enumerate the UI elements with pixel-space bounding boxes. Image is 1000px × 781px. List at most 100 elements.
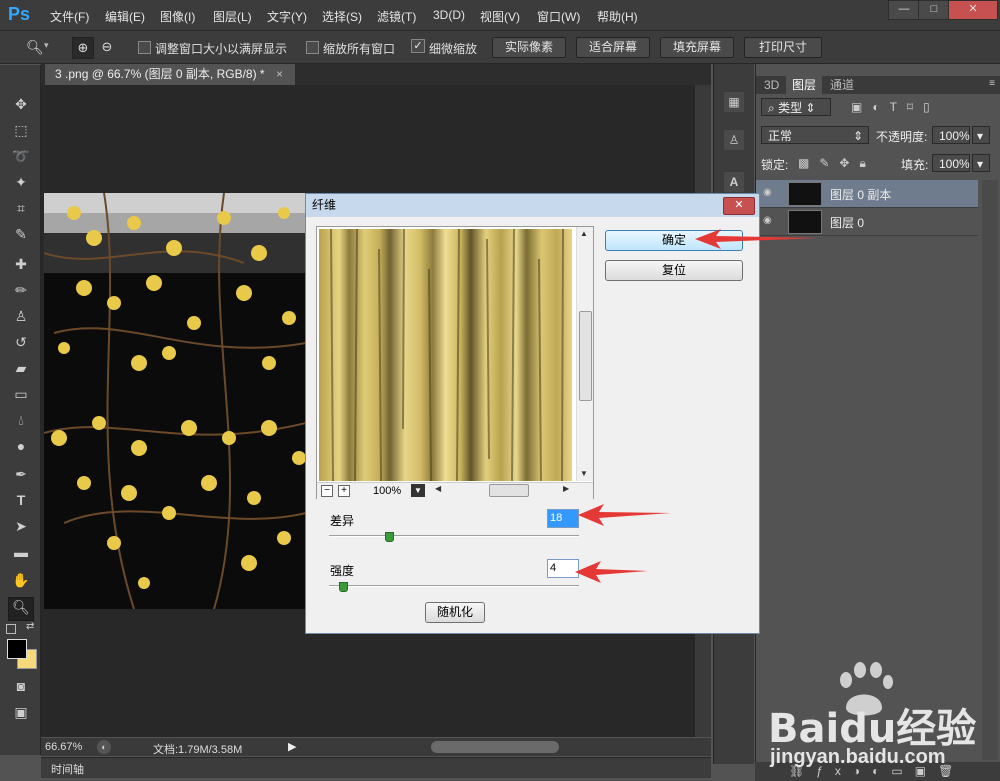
status-arrow-icon[interactable]: ▶ (288, 740, 296, 753)
preview-vscroll-thumb[interactable] (579, 311, 592, 401)
opacity-dropdown-icon[interactable]: ▾ (972, 126, 990, 144)
foreground-color-swatch[interactable] (7, 639, 27, 659)
brush-tool-icon[interactable]: ✏ (12, 281, 30, 299)
horizontal-scroll-thumb[interactable] (431, 741, 559, 753)
clone-stamp-icon[interactable]: ♙ (12, 307, 30, 325)
healing-brush-icon[interactable]: ✚ (12, 255, 30, 273)
scroll-up-icon[interactable]: ▲ (580, 229, 588, 238)
menu-window[interactable]: 窗口(W) (537, 8, 580, 25)
zoom-readout[interactable]: 66.67% (45, 741, 82, 753)
clone-source-icon[interactable]: ♙ (724, 130, 744, 150)
move-tool-icon[interactable]: ✥ (12, 95, 30, 113)
rectangle-tool-icon[interactable]: ▬ (12, 543, 30, 561)
hand-tool-icon[interactable]: ✋ (12, 571, 30, 589)
opacity-input[interactable]: 100% (932, 126, 970, 144)
menu-layer[interactable]: 图层(L) (213, 8, 252, 25)
zoom-tool-active-icon[interactable]: 🔍︎ (8, 597, 34, 621)
tab-channels[interactable]: 通道 (824, 76, 860, 94)
dialog-titlebar[interactable]: 纤维 (306, 194, 759, 217)
layer-comps-icon[interactable]: ▦ (724, 92, 744, 112)
fill-screen-button[interactable]: 填充屏幕 (660, 37, 734, 58)
lasso-tool-icon[interactable]: ➰ (12, 147, 30, 165)
fit-screen-button[interactable]: 适合屏幕 (576, 37, 650, 58)
document-image[interactable] (44, 193, 306, 609)
preview-zoom-out-icon[interactable]: − (321, 485, 333, 497)
zoom-tool-icon[interactable]: 🔍︎ (26, 39, 44, 56)
menu-3d[interactable]: 3D(D) (433, 8, 465, 22)
panel-menu-icon[interactable]: ≡ (989, 78, 995, 89)
actual-pixels-button[interactable]: 实际像素 (492, 37, 566, 58)
menu-filter[interactable]: 滤镜(T) (377, 8, 416, 25)
dialog-close-icon[interactable]: ✕ (723, 197, 755, 215)
variance-slider-track[interactable] (329, 535, 579, 537)
close-icon[interactable]: ✕ (948, 0, 998, 20)
tab-layers[interactable]: 图层 (786, 76, 823, 94)
eraser-icon[interactable]: ▰ (12, 359, 30, 377)
minimize-icon[interactable]: — (888, 0, 920, 20)
fill-dropdown-icon[interactable]: ▾ (972, 154, 990, 172)
menu-select[interactable]: 选择(S) (322, 8, 362, 25)
crop-tool-icon[interactable]: ⌗ (12, 199, 30, 217)
status-menu-icon[interactable]: ◐ (97, 740, 111, 754)
hscroll-right-icon[interactable]: ▶ (563, 484, 569, 493)
resize-windows-checkbox[interactable] (138, 40, 151, 55)
variance-slider-thumb[interactable] (385, 532, 394, 542)
dodge-tool-icon[interactable]: ● (12, 437, 30, 455)
magic-wand-icon[interactable]: ✦ (12, 173, 30, 191)
type-tool-icon[interactable]: T (12, 491, 30, 509)
menu-type[interactable]: 文字(Y) (267, 8, 307, 25)
document-close-icon[interactable]: × (276, 67, 283, 81)
menu-image[interactable]: 图像(I) (160, 8, 195, 25)
zoom-all-checkbox[interactable] (306, 40, 319, 55)
fill-input[interactable]: 100% (932, 154, 970, 172)
strength-slider-thumb[interactable] (339, 582, 348, 592)
panel-tabs: 3D 图层 通道 ≡ (756, 76, 1000, 94)
menu-view[interactable]: 视图(V) (480, 8, 520, 25)
blur-tool-icon[interactable]: 💧︎ (12, 411, 30, 429)
swap-colors-icon[interactable]: ⇄ (26, 621, 34, 632)
timeline-bar[interactable]: 时间轴 (41, 757, 711, 778)
layer-row-copy[interactable]: ◉ 图层 0 副本 (756, 180, 978, 208)
eyedropper-icon[interactable]: ✎ (12, 225, 30, 243)
zoom-out-icon[interactable]: ⊖ (97, 37, 117, 57)
tool-preset-chevron-icon[interactable]: ▾ (44, 40, 49, 51)
randomize-button[interactable]: 随机化 (425, 602, 485, 623)
variance-input[interactable]: 18 (547, 509, 579, 528)
menu-edit[interactable]: 编辑(E) (105, 8, 145, 25)
character-panel-icon[interactable]: A (724, 172, 744, 192)
document-tab[interactable]: 3 .png @ 66.7% (图层 0 副本, RGB/8) * × (45, 64, 295, 85)
menu-file[interactable]: 文件(F) (50, 8, 89, 25)
options-bar: 🔍︎ ▾ ⊕ ⊖ 调整窗口大小以满屏显示 缩放所有窗口 ✓ 细微缩放 实际像素 … (0, 31, 1000, 64)
annotation-arrow-variance (578, 504, 673, 526)
hscroll-left-icon[interactable]: ◀ (435, 484, 441, 493)
lock-icons[interactable]: ▩✎✥🔒︎ (798, 156, 876, 171)
gradient-tool-icon[interactable]: ▭ (12, 385, 30, 403)
blend-mode-select[interactable]: 正常 ⇕ (761, 126, 869, 144)
default-colors-icon[interactable] (6, 624, 16, 634)
preview-hscroll-thumb[interactable] (489, 484, 529, 497)
tab-3d[interactable]: 3D (758, 76, 785, 94)
visibility-eye-icon[interactable]: ◉ (763, 215, 775, 227)
print-size-button[interactable]: 打印尺寸 (744, 37, 822, 58)
strength-slider-track[interactable] (329, 585, 579, 587)
preview-zoom-dropdown-icon[interactable]: ▼ (411, 484, 425, 497)
filter-icons[interactable]: ▣◐T⌑▯ (851, 100, 940, 114)
scrubby-zoom-checkbox[interactable]: ✓ (411, 39, 425, 53)
maximize-icon[interactable]: □ (918, 0, 950, 20)
marquee-tool-icon[interactable]: ⬚ (12, 121, 30, 139)
pen-tool-icon[interactable]: ✒ (12, 465, 30, 483)
screen-mode-icon[interactable]: ▣ (12, 703, 30, 721)
history-brush-icon[interactable]: ↺ (12, 333, 30, 351)
scroll-down-icon[interactable]: ▼ (580, 469, 588, 478)
menu-help[interactable]: 帮助(H) (597, 8, 638, 25)
filter-preview[interactable] (319, 229, 572, 481)
preview-zoom-in-icon[interactable]: + (338, 485, 350, 497)
path-selection-icon[interactable]: ➤ (12, 517, 30, 535)
visibility-eye-icon[interactable]: ◉ (763, 187, 775, 199)
reset-button[interactable]: 复位 (605, 260, 743, 281)
preview-vertical-scrollbar[interactable]: ▲ ▼ (576, 227, 593, 481)
layer-kind-filter[interactable]: ⌕ 类型 ⇕ (761, 98, 831, 116)
menu-bar: Ps 文件(F) 编辑(E) 图像(I) 图层(L) 文字(Y) 选择(S) 滤… (0, 0, 1000, 31)
zoom-in-icon[interactable]: ⊕ (72, 37, 94, 59)
quick-mask-icon[interactable]: ◙ (12, 677, 30, 695)
